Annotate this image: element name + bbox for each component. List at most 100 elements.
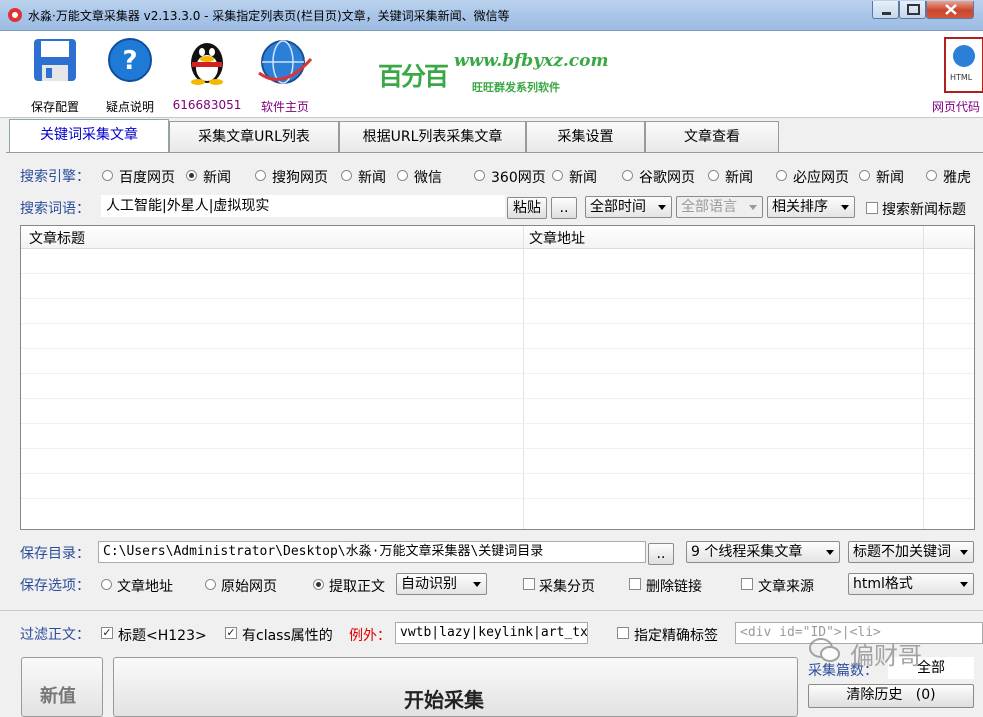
radio-wechat[interactable] [397, 170, 408, 181]
title-bar: 水淼·万能文章采集器 v2.13.3.0 - 采集指定列表页(栏目页)文章，关键… [0, 0, 983, 31]
sort-value: 相关排序 [772, 199, 828, 215]
extract-mode-select[interactable]: 自动识别 [396, 573, 487, 595]
sort-select[interactable]: 相关排序 [767, 196, 855, 218]
floppy-disk-icon [34, 39, 76, 81]
wechat-icon [809, 638, 840, 662]
radio-extract-body[interactable] [313, 579, 324, 590]
save-config-button[interactable]: 保存配置 [15, 31, 95, 117]
keyword-title-value: 标题不加关键词 [853, 544, 951, 560]
logo-url: www.bfbyxz.com [454, 51, 609, 71]
logo-text: 百分百 [378, 62, 449, 91]
minimize-button[interactable] [872, 1, 899, 19]
radio-bing-web[interactable] [776, 170, 787, 181]
paste-button[interactable]: 粘贴 [507, 197, 547, 219]
radio-baidu-news[interactable] [186, 170, 197, 181]
row-divider [21, 398, 974, 399]
close-icon [945, 4, 957, 15]
maximize-button[interactable] [899, 1, 926, 19]
radio-label: 谷歌网页 [639, 170, 695, 186]
remove-links-label: 删除链接 [646, 579, 702, 595]
paging-label: 采集分页 [539, 579, 595, 595]
save-dir-input[interactable]: C:\Users\Administrator\Desktop\水淼·万能文章采集… [98, 541, 646, 563]
format-select[interactable]: html格式 [848, 573, 974, 595]
radio-label: 新闻 [725, 170, 753, 186]
radio-baidu-web[interactable] [102, 170, 113, 181]
tab-settings[interactable]: 采集设置 [526, 121, 645, 153]
tab-view-articles[interactable]: 文章查看 [645, 121, 779, 153]
help-button[interactable]: ? 疑点说明 [90, 31, 170, 117]
except-label: 例外： [349, 628, 391, 644]
new-button[interactable]: 新值 [21, 657, 103, 717]
row-divider [21, 348, 974, 349]
browse-dir-button[interactable]: .. [648, 543, 674, 565]
logo-subtitle: 旺旺群发系列软件 [472, 81, 560, 94]
title-h-label: 标题<H123> [118, 628, 207, 644]
save-config-label: 保存配置 [30, 100, 79, 114]
radio-360-web[interactable] [474, 170, 485, 181]
radio-sogou-web[interactable] [255, 170, 266, 181]
radio-google-news[interactable] [708, 170, 719, 181]
help-label: 疑点说明 [105, 100, 154, 114]
new-button-label: 新值 [40, 686, 76, 707]
column-header-url[interactable]: 文章地址 [529, 228, 585, 248]
brand-logo[interactable]: 百分百 www.bfbyxz.com 旺旺群发系列软件 [374, 49, 608, 119]
more-terms-button[interactable]: .. [551, 197, 577, 219]
precise-tag-checkbox[interactable] [617, 627, 629, 639]
results-list[interactable]: 文章标题 文章地址 [20, 225, 975, 530]
news-title-checkbox[interactable] [866, 202, 878, 214]
search-engine-label: 搜索引擎： [20, 169, 90, 185]
tab-url-list[interactable]: 采集文章URL列表 [169, 121, 339, 153]
clear-history-label: 清除历史 [846, 687, 903, 703]
radio-raw-page[interactable] [205, 579, 216, 590]
homepage-label: 软件主页 [260, 100, 309, 114]
chevron-down-icon [841, 205, 849, 210]
web-code-button[interactable]: HTML 网页代码 [930, 31, 983, 117]
language-select[interactable]: 全部语言 [676, 196, 763, 218]
clear-history-button[interactable]: 清除历史 (0) [808, 684, 974, 708]
watermark: 偏财哥 [808, 634, 978, 670]
tab-collect-by-url[interactable]: 根据URL列表采集文章 [339, 121, 526, 153]
start-collect-label: 开始采集 [404, 688, 484, 712]
keyword-title-select[interactable]: 标题不加关键词 [848, 541, 974, 563]
except-input[interactable]: vwtb|lazy|keylink|art_tx [395, 622, 588, 644]
radio-label: 搜狗网页 [272, 170, 328, 186]
time-range-select[interactable]: 全部时间 [585, 196, 672, 218]
radio-label: 微信 [414, 170, 442, 186]
radio-yahoo[interactable] [926, 170, 937, 181]
paging-checkbox[interactable] [523, 578, 535, 590]
radio-google-web[interactable] [622, 170, 633, 181]
radio-label: 雅虎 [943, 170, 971, 186]
html-file-icon: HTML [944, 37, 983, 93]
radio-label: 新闻 [358, 170, 386, 186]
radio-label: 必应网页 [793, 170, 849, 186]
radio-label: 原始网页 [221, 579, 277, 595]
radio-label: 提取正文 [329, 579, 385, 595]
start-collect-button[interactable]: 开始采集 [113, 657, 798, 717]
column-header-title[interactable]: 文章标题 [29, 228, 85, 248]
row-divider [21, 473, 974, 474]
close-button[interactable] [926, 1, 974, 19]
remove-links-checkbox[interactable] [629, 578, 641, 590]
qq-button[interactable]: 616683051 [167, 31, 247, 117]
tab-keyword-collect[interactable]: 关键词采集文章 [9, 119, 169, 153]
radio-sogou-news[interactable] [341, 170, 352, 181]
radio-label: 360网页 [491, 170, 546, 186]
search-terms-input[interactable]: 人工智能|外星人|虚拟现实 [101, 195, 505, 217]
window-title: 水淼·万能文章采集器 v2.13.3.0 - 采集指定列表页(栏目页)文章，关键… [28, 9, 510, 23]
row-divider [21, 298, 974, 299]
row-divider [21, 273, 974, 274]
row-divider [21, 323, 974, 324]
threads-select[interactable]: 9 个线程采集文章 [686, 541, 840, 563]
homepage-button[interactable]: 软件主页 [245, 31, 325, 117]
radio-bing-news[interactable] [859, 170, 870, 181]
radio-360-news[interactable] [552, 170, 563, 181]
class-attr-checkbox[interactable]: ✓ [225, 627, 237, 639]
source-checkbox[interactable] [741, 578, 753, 590]
minimize-icon [882, 12, 891, 15]
chevron-down-icon [658, 205, 666, 210]
radio-article-url[interactable] [101, 579, 112, 590]
row-divider [21, 498, 974, 499]
radio-label: 新闻 [203, 170, 231, 186]
title-h-checkbox[interactable]: ✓ [101, 627, 113, 639]
save-dir-label: 保存目录： [20, 546, 90, 562]
